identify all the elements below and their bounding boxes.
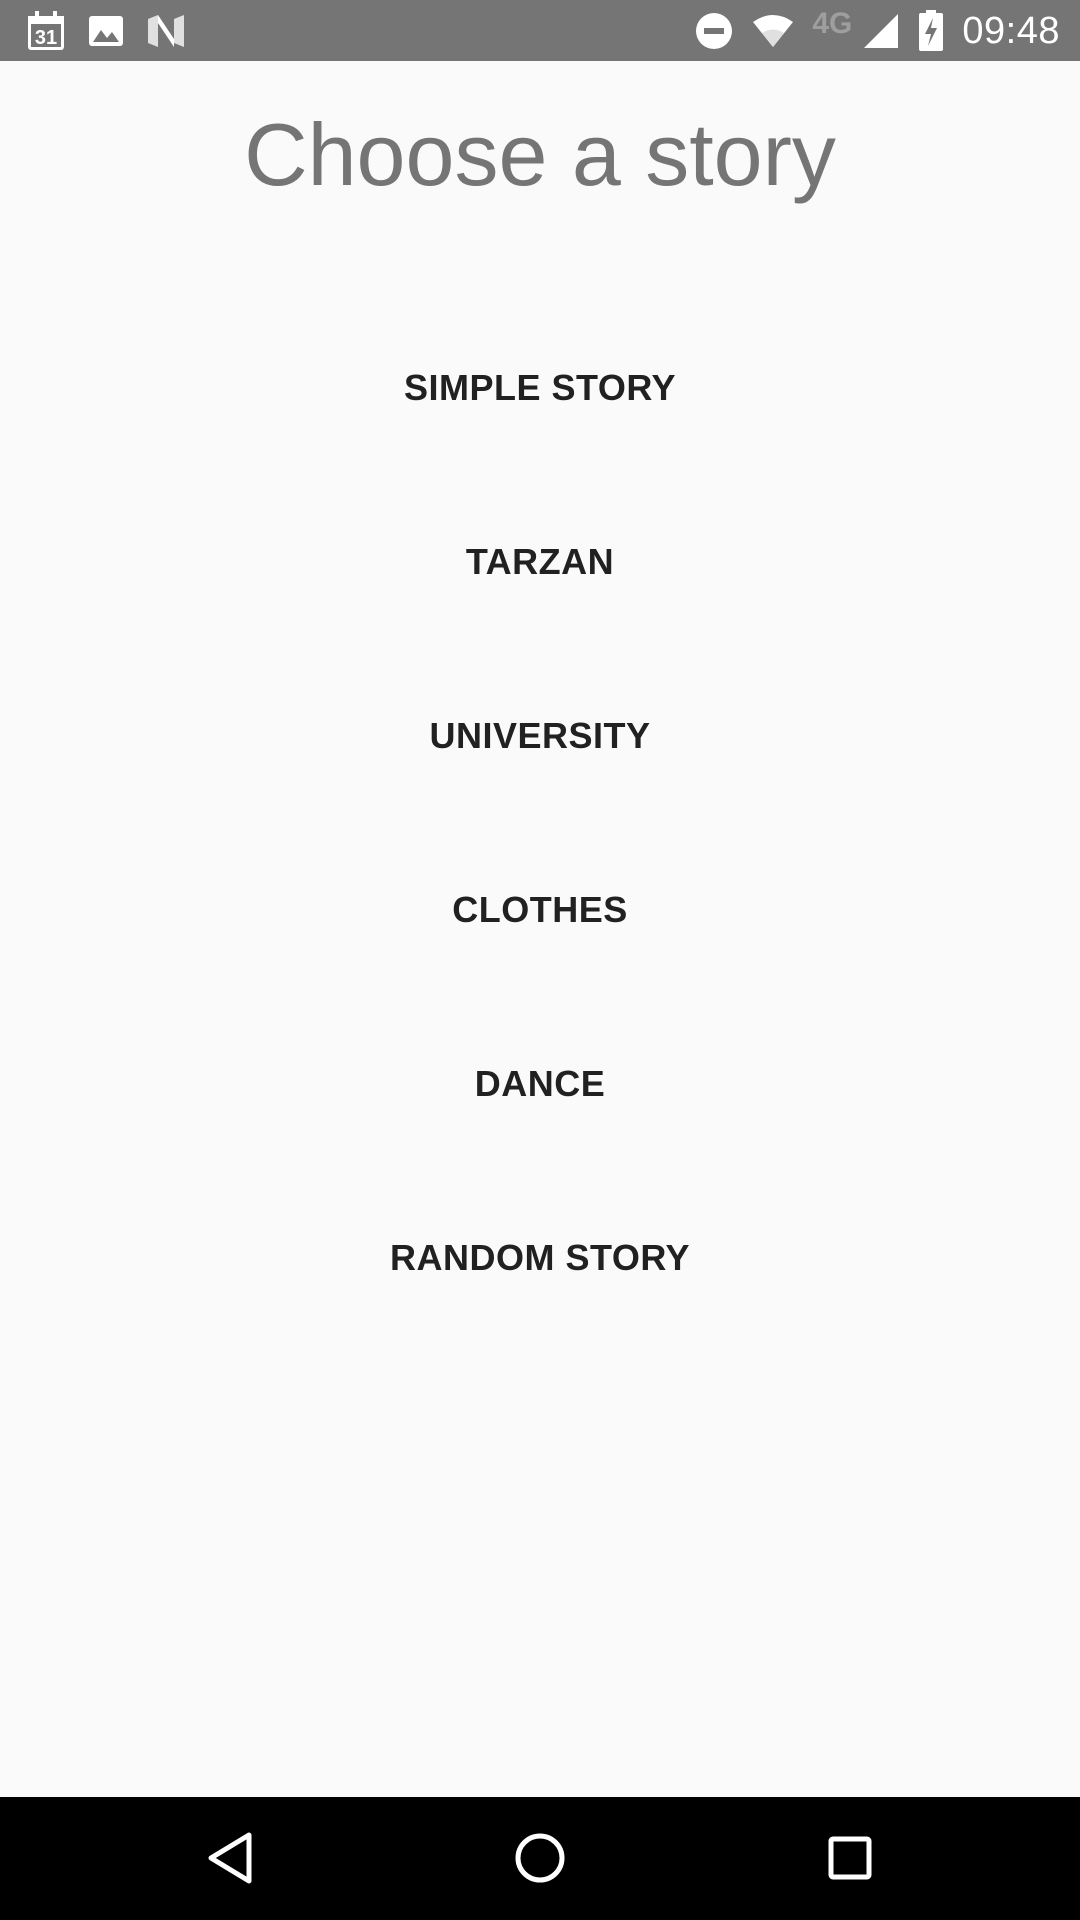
story-button-clothes[interactable]: CLOTHES	[0, 823, 1080, 997]
notification-icons: 31	[26, 10, 186, 52]
recents-icon[interactable]	[820, 1828, 880, 1888]
app-n-icon	[146, 13, 186, 49]
cell-signal-icon	[862, 12, 900, 50]
story-button-university[interactable]: UNIVERSITY	[0, 649, 1080, 823]
calendar-day: 31	[35, 27, 57, 49]
wifi-icon	[752, 14, 794, 48]
story-button-simple-story[interactable]: SIMPLE STORY	[0, 301, 1080, 475]
home-icon[interactable]	[510, 1828, 570, 1888]
story-button-random-story[interactable]: RANDOM STORY	[0, 1171, 1080, 1345]
page-title: Choose a story	[244, 105, 836, 204]
network-type-label: 4G	[812, 7, 853, 40]
battery-charging-icon	[918, 10, 944, 52]
calendar-icon: 31	[26, 10, 66, 52]
story-chooser-screen: Choose a story SIMPLE STORY TARZAN UNIVE…	[0, 61, 1080, 1797]
story-button-tarzan[interactable]: TARZAN	[0, 475, 1080, 649]
back-icon[interactable]	[200, 1828, 260, 1888]
story-list: SIMPLE STORY TARZAN UNIVERSITY CLOTHES D…	[0, 301, 1080, 1345]
status-bar: 31 4G 09:48	[0, 0, 1080, 61]
status-clock: 09:48	[962, 9, 1060, 52]
do-not-disturb-icon	[694, 11, 734, 51]
story-button-dance[interactable]: DANCE	[0, 997, 1080, 1171]
navigation-bar	[0, 1797, 1080, 1920]
system-status-icons: 4G 09:48	[694, 7, 1060, 54]
image-icon	[88, 13, 124, 49]
